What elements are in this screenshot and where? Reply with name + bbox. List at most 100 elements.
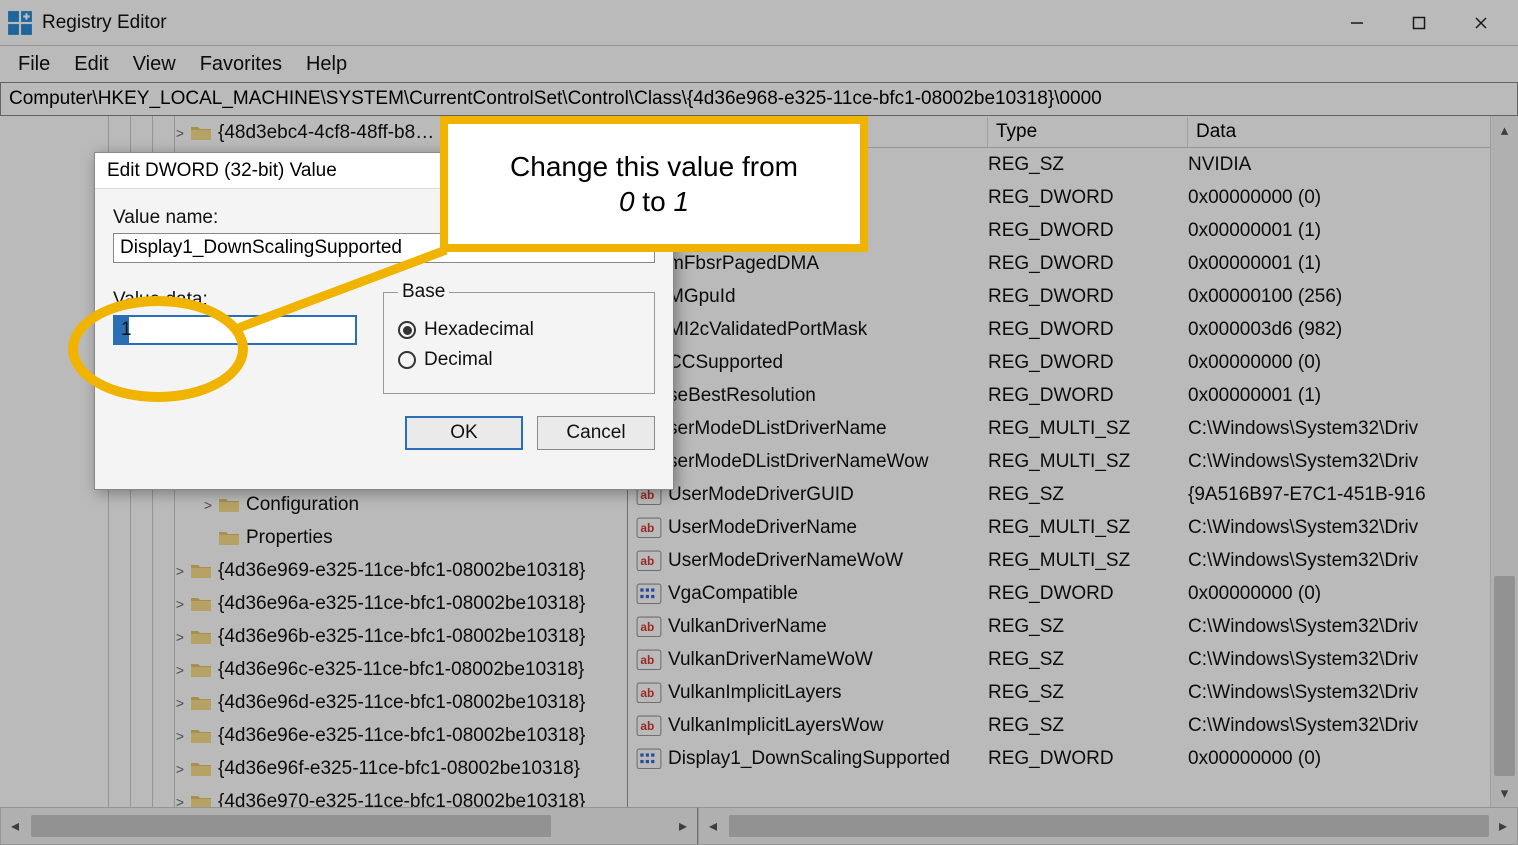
chevron-right-icon[interactable]: >	[198, 497, 218, 513]
registry-value-row[interactable]: VgaCompatibleREG_DWORD0x00000000 (0)	[628, 577, 1518, 610]
tree-item[interactable]: > {4d36e96b-e325-11ce-bfc1-08002be10318}	[0, 620, 585, 653]
tree-item[interactable]: > {4d36e96f-e325-11ce-bfc1-08002be10318}	[0, 752, 580, 785]
chevron-right-icon[interactable]: >	[170, 629, 190, 645]
values-horizontal-scrollbar[interactable]: ◂ ▸	[698, 807, 1518, 845]
tree-item[interactable]: >{48d3ebc4-4cf8-48ff-b8…	[0, 116, 434, 149]
tree-item[interactable]: >Configuration	[0, 488, 359, 521]
radio-hexadecimal[interactable]: Hexadecimal	[398, 319, 640, 341]
menu-bar: File Edit View Favorites Help	[0, 46, 1518, 82]
value-data-input[interactable]	[113, 315, 357, 345]
value-data: C:\Windows\System32\Driv	[1188, 715, 1518, 737]
value-name: Display1_DownScalingSupported	[668, 748, 988, 770]
tree-item-label: {4d36e96d-e325-11ce-bfc1-08002be10318}	[218, 692, 585, 714]
registry-value-row[interactable]: VulkanImplicitLayersWowREG_SZC:\Windows\…	[628, 709, 1518, 742]
value-name: VgaCompatible	[668, 583, 988, 605]
tree-item-label: {4d36e970-e325-11ce-bfc1-08002be10318}	[218, 791, 585, 808]
scroll-right-icon[interactable]: ▸	[669, 808, 697, 844]
ok-button[interactable]: OK	[405, 416, 523, 450]
values-vertical-scrollbar[interactable]: ▴ ▾	[1490, 116, 1518, 807]
tree-item[interactable]: >{4d36e96c-e325-11ce-bfc1-08002be10318}	[0, 653, 584, 686]
chevron-right-icon[interactable]: >	[170, 563, 190, 579]
tree-item[interactable]: > {4d36e969-e325-11ce-bfc1-08002be10318}	[0, 554, 585, 587]
tree-horizontal-scrollbar[interactable]: ◂ ▸	[0, 807, 698, 845]
value-data: C:\Windows\System32\Driv	[1188, 550, 1518, 572]
tree-item[interactable]: Properties	[0, 521, 333, 554]
tree-item-label: {4d36e96f-e325-11ce-bfc1-08002be10318}	[218, 758, 580, 780]
chevron-right-icon[interactable]: >	[170, 728, 190, 744]
title-bar: Registry Editor	[0, 0, 1518, 46]
scroll-left-icon[interactable]: ◂	[699, 808, 727, 844]
registry-value-row[interactable]: VulkanDriverNameWoWREG_SZC:\Windows\Syst…	[628, 643, 1518, 676]
registry-value-row[interactable]: CCSupportedREG_DWORD0x00000000 (0)	[628, 346, 1518, 379]
tree-item-label: {4d36e96a-e325-11ce-bfc1-08002be10318}	[218, 593, 585, 615]
annotation-callout: Change this value from 0 to 1	[440, 116, 868, 252]
menu-file[interactable]: File	[6, 49, 62, 80]
value-data: 0x00000001 (1)	[1188, 253, 1518, 275]
value-data: C:\Windows\System32\Driv	[1188, 517, 1518, 539]
registry-value-row[interactable]: serModeDListDriverNameREG_MULTI_SZC:\Win…	[628, 412, 1518, 445]
registry-value-row[interactable]: UserModeDriverNameREG_MULTI_SZC:\Windows…	[628, 511, 1518, 544]
registry-value-row[interactable]: VulkanDriverNameREG_SZC:\Windows\System3…	[628, 610, 1518, 643]
chevron-right-icon[interactable]: >	[170, 125, 190, 141]
value-type: REG_DWORD	[988, 253, 1188, 275]
chevron-right-icon[interactable]: >	[170, 695, 190, 711]
value-data: 0x00000000 (0)	[1188, 583, 1518, 605]
registry-value-row[interactable]: MI2cValidatedPortMaskREG_DWORD0x000003d6…	[628, 313, 1518, 346]
scroll-down-icon[interactable]: ▾	[1491, 779, 1518, 807]
cancel-button[interactable]: Cancel	[537, 416, 655, 450]
registry-value-row[interactable]: serModeDListDriverNameWowREG_MULTI_SZC:\…	[628, 445, 1518, 478]
tree-item[interactable]: > {4d36e96a-e325-11ce-bfc1-08002be10318}	[0, 587, 585, 620]
tree-item[interactable]: > {4d36e970-e325-11ce-bfc1-08002be10318}	[0, 785, 585, 807]
value-data: {9A516B97-E7C1-451B-916	[1188, 484, 1518, 506]
value-data: 0x00000001 (1)	[1188, 220, 1518, 242]
registry-value-row[interactable]: MGpuIdREG_DWORD0x00000100 (256)	[628, 280, 1518, 313]
menu-edit[interactable]: Edit	[62, 49, 120, 80]
menu-favorites[interactable]: Favorites	[188, 49, 294, 80]
scrollbar-thumb[interactable]	[1494, 576, 1515, 776]
value-name: CCSupported	[668, 352, 988, 374]
value-name: serModeDListDriverNameWow	[668, 451, 988, 473]
scrollbar-thumb[interactable]	[31, 815, 551, 837]
base-fieldset: Base Hexadecimal Decimal	[383, 281, 655, 394]
folder-icon	[190, 694, 212, 712]
chevron-right-icon[interactable]: >	[170, 794, 190, 808]
window-close-button[interactable]	[1450, 3, 1512, 43]
scroll-right-icon[interactable]: ▸	[1489, 808, 1517, 844]
menu-help[interactable]: Help	[294, 49, 359, 80]
menu-view[interactable]: View	[121, 49, 188, 80]
value-data: C:\Windows\System32\Driv	[1188, 451, 1518, 473]
folder-icon	[218, 496, 240, 514]
tree-item-label: {4d36e96b-e325-11ce-bfc1-08002be10318}	[218, 626, 585, 648]
registry-value-row[interactable]: Display1_DownScalingSupportedREG_DWORD0x…	[628, 742, 1518, 775]
value-type: REG_DWORD	[988, 220, 1188, 242]
reg-string-icon	[636, 650, 662, 670]
value-name: seBestResolution	[668, 385, 988, 407]
value-type: REG_SZ	[988, 715, 1188, 737]
window-minimize-button[interactable]	[1326, 3, 1388, 43]
horizontal-scrollbars: ◂ ▸ ◂ ▸	[0, 807, 1518, 845]
registry-value-row[interactable]: VulkanImplicitLayersREG_SZC:\Windows\Sys…	[628, 676, 1518, 709]
chevron-right-icon[interactable]: >	[170, 761, 190, 777]
column-header-data[interactable]: Data	[1188, 117, 1518, 147]
registry-value-row[interactable]: UserModeDriverGUIDREG_SZ{9A516B97-E7C1-4…	[628, 478, 1518, 511]
window-maximize-button[interactable]	[1388, 3, 1450, 43]
chevron-right-icon[interactable]: >	[170, 662, 190, 678]
scrollbar-thumb[interactable]	[729, 815, 1489, 837]
regedit-app-icon	[6, 9, 34, 37]
tree-item[interactable]: >{4d36e96e-e325-11ce-bfc1-08002be10318}	[0, 719, 585, 752]
registry-value-row[interactable]: UserModeDriverNameWoWREG_MULTI_SZC:\Wind…	[628, 544, 1518, 577]
value-name: serModeDListDriverName	[668, 418, 988, 440]
scroll-left-icon[interactable]: ◂	[1, 808, 29, 844]
registry-value-row[interactable]: seBestResolutionREG_DWORD0x00000001 (1)	[628, 379, 1518, 412]
value-type: REG_MULTI_SZ	[988, 418, 1188, 440]
value-data: 0x00000000 (0)	[1188, 748, 1518, 770]
tree-item-label: {4d36e969-e325-11ce-bfc1-08002be10318}	[218, 560, 585, 582]
radio-decimal[interactable]: Decimal	[398, 349, 640, 371]
value-name: UserModeDriverName	[668, 517, 988, 539]
tree-item[interactable]: > {4d36e96d-e325-11ce-bfc1-08002be10318}	[0, 686, 585, 719]
scroll-up-icon[interactable]: ▴	[1491, 116, 1518, 144]
column-header-type[interactable]: Type	[988, 117, 1188, 147]
chevron-right-icon[interactable]: >	[170, 596, 190, 612]
value-name: VulkanImplicitLayersWow	[668, 715, 988, 737]
address-bar[interactable]: Computer\HKEY_LOCAL_MACHINE\SYSTEM\Curre…	[0, 82, 1518, 116]
